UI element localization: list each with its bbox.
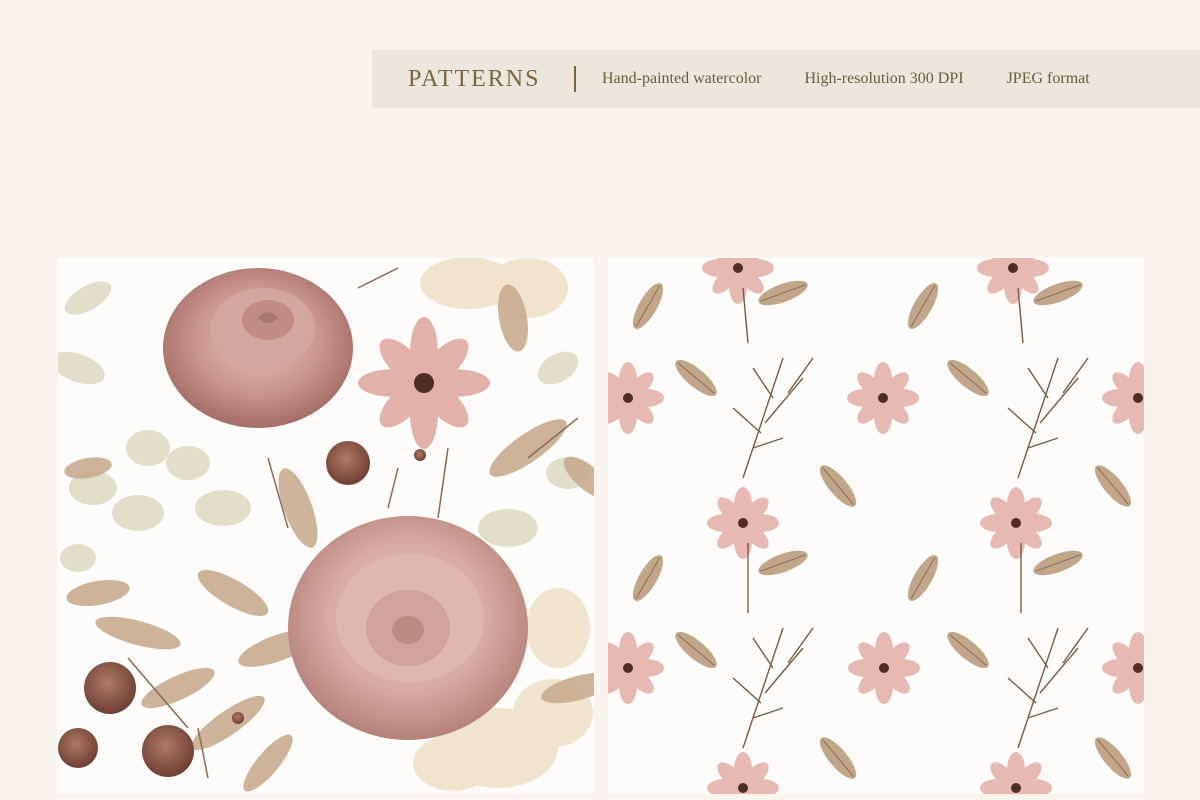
- feature-format: JPEG format: [1006, 70, 1090, 87]
- rose-floral-pattern-icon: [58, 258, 594, 792]
- rose-bottom: [288, 516, 528, 740]
- cosmos-flowers: [608, 258, 1144, 794]
- cosmos-scatter-pattern-icon: [608, 258, 1144, 794]
- patterns-title: PATTERNS: [408, 65, 541, 92]
- feature-resolution: High-resolution 300 DPI: [804, 70, 964, 87]
- feature-watercolor: Hand-painted watercolor: [601, 70, 762, 87]
- header-banner: PATTERNS Hand-painted watercolor High-re…: [372, 50, 1200, 108]
- title-divider: [574, 66, 576, 92]
- cosmos-flower: [358, 317, 490, 449]
- rose-top: [163, 268, 353, 428]
- leaf-motifs: [626, 275, 1138, 785]
- pattern-preview-cosmos: [608, 258, 1144, 794]
- pattern-preview-roses: [58, 258, 594, 794]
